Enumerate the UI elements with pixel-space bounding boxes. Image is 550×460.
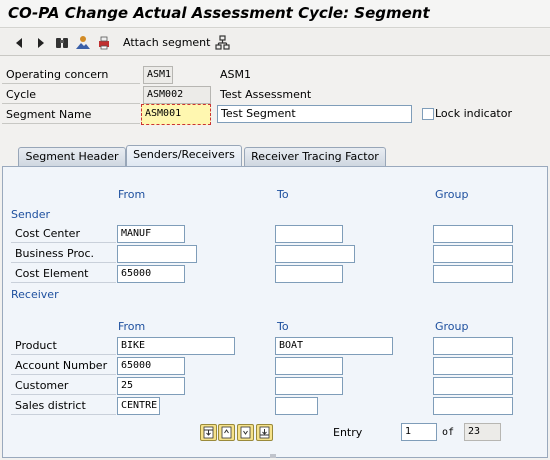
cost-element-label: Cost Element [11,265,116,283]
business-process-group-field[interactable] [433,245,513,263]
segment-description-field[interactable]: Test Segment [217,105,412,123]
sales-district-to-field[interactable] [275,397,318,415]
sales-district-label: Sales district [11,397,116,415]
cycle-text: Test Assessment [220,88,312,101]
product-label: Product [11,337,116,355]
previous-icon[interactable] [12,35,28,51]
total-entries-field: 23 [464,423,501,441]
title-bar: CO-PA Change Actual Assessment Cycle: Se… [0,0,550,28]
panel-resize-handle[interactable] [270,454,276,458]
account-number-to-field[interactable] [275,357,343,375]
receiver-to-header: To [277,320,289,333]
cost-center-label: Cost Center [11,225,116,243]
business-process-label: Business Proc. [11,245,116,263]
tab-receiver-tracing-factor[interactable]: Receiver Tracing Factor [244,147,386,166]
attach-segment-button[interactable]: Attach segment [123,36,210,49]
lock-indicator-checkbox[interactable] [422,108,434,120]
account-number-group-field[interactable] [433,357,513,375]
customer-to-field[interactable] [275,377,343,395]
sender-section-title: Sender [11,208,50,221]
segment-name-label: Segment Name [2,106,140,124]
first-page-icon[interactable] [200,424,217,441]
customer-label: Customer [11,377,116,395]
find-binoculars-icon[interactable] [54,35,70,51]
previous-page-icon[interactable] [218,424,235,441]
product-group-field[interactable] [433,337,513,355]
entry-label: Entry [333,426,363,439]
last-page-icon[interactable] [256,424,273,441]
customer-from-field[interactable]: 25 [117,377,185,395]
cost-center-group-field[interactable] [433,225,513,243]
hierarchy-icon[interactable] [214,35,230,51]
segment-name-field[interactable]: ASM001 [141,104,211,125]
receiver-from-header: From [118,320,146,333]
printer-icon[interactable] [96,35,112,51]
receiver-section-title: Receiver [11,288,59,301]
sender-from-header: From [118,188,146,201]
operating-concern-label: Operating concern [2,66,140,84]
product-to-field[interactable]: BOAT [275,337,393,355]
cycle-field[interactable]: ASM002 [143,86,211,104]
cost-element-from-field[interactable]: 65000 [117,265,185,283]
business-process-to-field[interactable] [275,245,355,263]
next-page-icon[interactable] [237,424,254,441]
application-toolbar: Attach segment [0,29,550,56]
product-from-field[interactable]: BIKE [117,337,235,355]
sales-district-from-field[interactable]: CENTRE [117,397,160,415]
sender-group-header: Group [435,188,469,201]
tab-senders-receivers[interactable]: Senders/Receivers [126,145,242,166]
operating-concern-field[interactable]: ASM1 [143,66,173,84]
operating-concern-text: ASM1 [220,68,251,81]
sales-district-group-field[interactable] [433,397,513,415]
user-mountain-icon[interactable] [75,35,91,51]
cost-element-to-field[interactable] [275,265,343,283]
cost-center-to-field[interactable] [275,225,343,243]
receiver-group-header: Group [435,320,469,333]
of-label: of [442,427,455,438]
business-process-from-field[interactable] [117,245,197,263]
next-icon[interactable] [32,35,48,51]
tab-segment-header[interactable]: Segment Header [18,147,126,166]
window-title: CO-PA Change Actual Assessment Cycle: Se… [8,4,430,22]
cycle-label: Cycle [2,86,140,104]
customer-group-field[interactable] [433,377,513,395]
account-number-from-field[interactable]: 65000 [117,357,185,375]
account-number-label: Account Number [11,357,116,375]
entry-field[interactable]: 1 [401,423,437,441]
cost-center-from-field[interactable]: MANUF [117,225,185,243]
lock-indicator-label: Lock indicator [435,107,512,120]
sender-to-header: To [277,188,289,201]
cost-element-group-field[interactable] [433,265,513,283]
